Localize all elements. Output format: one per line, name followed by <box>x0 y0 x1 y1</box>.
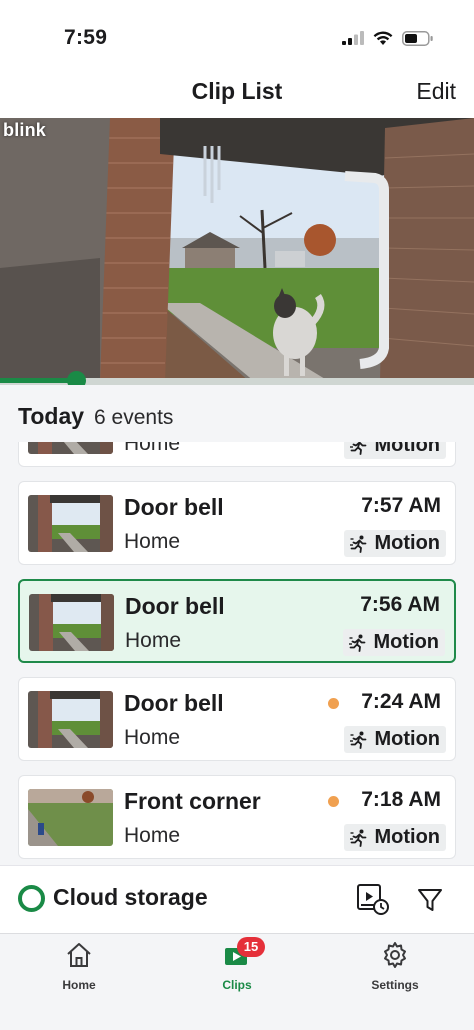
cloud-storage-bar: Cloud storage <box>0 865 474 933</box>
battery-icon <box>402 30 433 46</box>
clip-thumbnail <box>28 789 113 846</box>
clip-location: Home <box>125 629 182 652</box>
event-type-badge: Motion <box>343 629 445 656</box>
clip-location: Home <box>124 824 181 847</box>
event-type-label: Motion <box>374 442 440 456</box>
status-bar: 7:59 <box>0 0 474 70</box>
edit-button[interactable]: Edit <box>416 78 456 105</box>
event-type-badge: Motion <box>344 824 446 851</box>
status-icons <box>342 29 434 47</box>
clip-time: 7:24 AM <box>361 690 441 713</box>
day-title: Today <box>18 403 85 429</box>
video-progress-bar[interactable] <box>0 371 474 390</box>
clip-list[interactable]: Home Motion Door bell Home 7:57 AM Motion Door… <box>0 442 474 865</box>
clip-camera-name: Door bell <box>125 593 225 619</box>
running-figure-icon <box>350 731 367 749</box>
gear-icon <box>384 942 406 968</box>
cloud-status-icon <box>18 885 45 912</box>
clip-time: 7:56 AM <box>360 593 440 616</box>
clip-camera-name: Door bell <box>124 494 224 520</box>
running-figure-icon <box>350 442 367 455</box>
running-figure-icon <box>349 634 366 652</box>
clip-location: Home <box>124 530 181 553</box>
unread-dot <box>328 698 339 709</box>
tab-clips[interactable]: 15 Clips <box>177 937 297 1000</box>
tab-label-clips: Clips <box>222 978 252 992</box>
event-type-badge: Motion <box>344 726 446 753</box>
event-type-label: Motion <box>374 826 440 848</box>
tab-bar: Home 15 Clips Settings <box>0 933 474 1030</box>
clip-thumbnail <box>28 442 113 454</box>
progress-fill <box>0 378 76 383</box>
tab-home[interactable]: Home <box>19 940 139 1000</box>
clip-history-icon[interactable] <box>356 882 390 916</box>
clip-location: Home <box>124 726 181 749</box>
clips-count-badge: 15 <box>237 937 265 957</box>
cellular-signal-icon <box>342 31 364 45</box>
day-section-header: Today 6 events <box>18 403 173 430</box>
tab-settings[interactable]: Settings <box>335 940 455 1000</box>
clip-card[interactable]: Home Motion <box>18 442 456 467</box>
page-title: Clip List <box>191 78 283 104</box>
clip-time: 7:18 AM <box>361 788 441 811</box>
event-type-badge: Motion <box>344 530 446 557</box>
running-figure-icon <box>350 829 367 847</box>
wifi-icon <box>373 31 393 45</box>
event-type-label: Motion <box>373 631 439 653</box>
unread-dot <box>328 796 339 807</box>
nav-header: Clip List Edit <box>0 70 474 118</box>
clip-thumbnail <box>29 594 114 651</box>
house-icon <box>67 943 91 967</box>
clip-time: 7:57 AM <box>361 494 441 517</box>
event-type-badge: Motion <box>344 442 446 459</box>
event-type-label: Motion <box>374 532 440 554</box>
clip-location: Home <box>124 442 181 455</box>
clip-card[interactable]: Door bell Home 7:24 AM Motion <box>18 677 456 761</box>
event-type-label: Motion <box>374 728 440 750</box>
filter-icon[interactable] <box>416 886 444 914</box>
running-figure-icon <box>350 535 367 553</box>
clip-thumbnail <box>28 691 113 748</box>
video-player[interactable]: blink <box>0 118 474 382</box>
event-count: 6 events <box>94 406 174 429</box>
clip-list-area: Today 6 events Home Motion Door bell Home 7:… <box>0 385 474 865</box>
clip-camera-name: Door bell <box>124 690 224 716</box>
clip-card[interactable]: Front corner Home 7:18 AM Motion <box>18 775 456 859</box>
tab-label-home: Home <box>62 978 96 992</box>
status-time: 7:59 <box>64 26 108 49</box>
blink-watermark: blink <box>3 120 47 140</box>
tab-label-settings: Settings <box>371 978 419 992</box>
cloud-storage-label[interactable]: Cloud storage <box>53 884 208 911</box>
clip-camera-name: Front corner <box>124 788 261 814</box>
clip-card-selected[interactable]: Door bell Home 7:56 AM Motion <box>18 579 456 663</box>
clip-thumbnail <box>28 495 113 552</box>
video-frame <box>0 118 474 382</box>
clip-card[interactable]: Door bell Home 7:57 AM Motion <box>18 481 456 565</box>
